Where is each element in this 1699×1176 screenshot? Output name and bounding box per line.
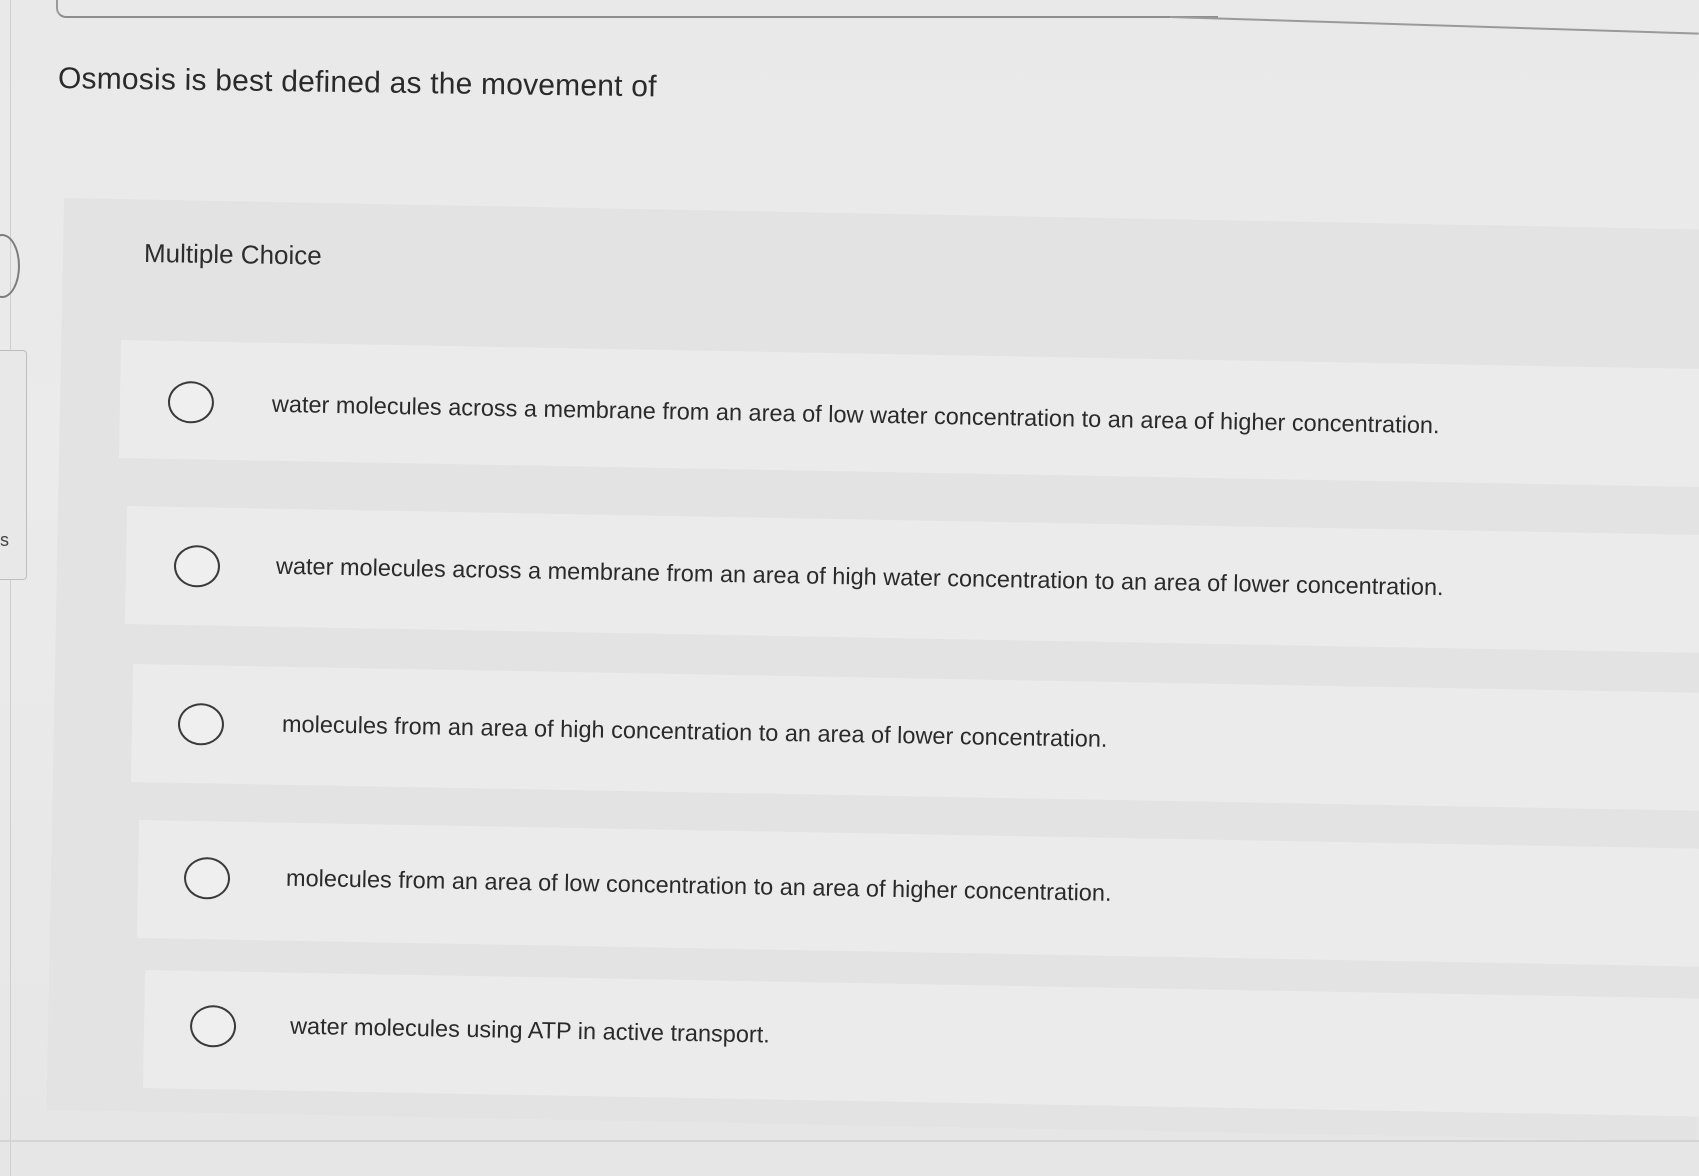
radio-button-1[interactable] <box>167 380 215 424</box>
question-type-label: Multiple Choice <box>143 238 322 271</box>
question-divider <box>56 0 1218 18</box>
answer-option-text: water molecules using ATP in active tran… <box>289 1012 771 1048</box>
radio-button-2[interactable] <box>173 544 221 588</box>
question-divider-extension <box>1169 16 1699 35</box>
left-edge-glyph: s <box>0 530 9 550</box>
radio-button-5[interactable] <box>189 1004 237 1048</box>
quiz-page: s Osmosis is best defined as the movemen… <box>0 0 1699 1176</box>
answer-option-text: water molecules across a membrane from a… <box>275 552 1444 601</box>
answer-option-text: molecules from an area of low concentrat… <box>285 864 1112 906</box>
radio-button-4[interactable] <box>183 856 231 900</box>
question-prompt: Osmosis is best defined as the movement … <box>57 62 657 104</box>
answer-option-text: molecules from an area of high concentra… <box>281 710 1108 752</box>
answer-option-text: water molecules across a membrane from a… <box>271 390 1440 439</box>
radio-button-3[interactable] <box>177 702 225 746</box>
collapse-handle[interactable] <box>0 234 20 298</box>
left-edge-border <box>0 0 11 1176</box>
bottom-divider <box>0 1140 1699 1142</box>
